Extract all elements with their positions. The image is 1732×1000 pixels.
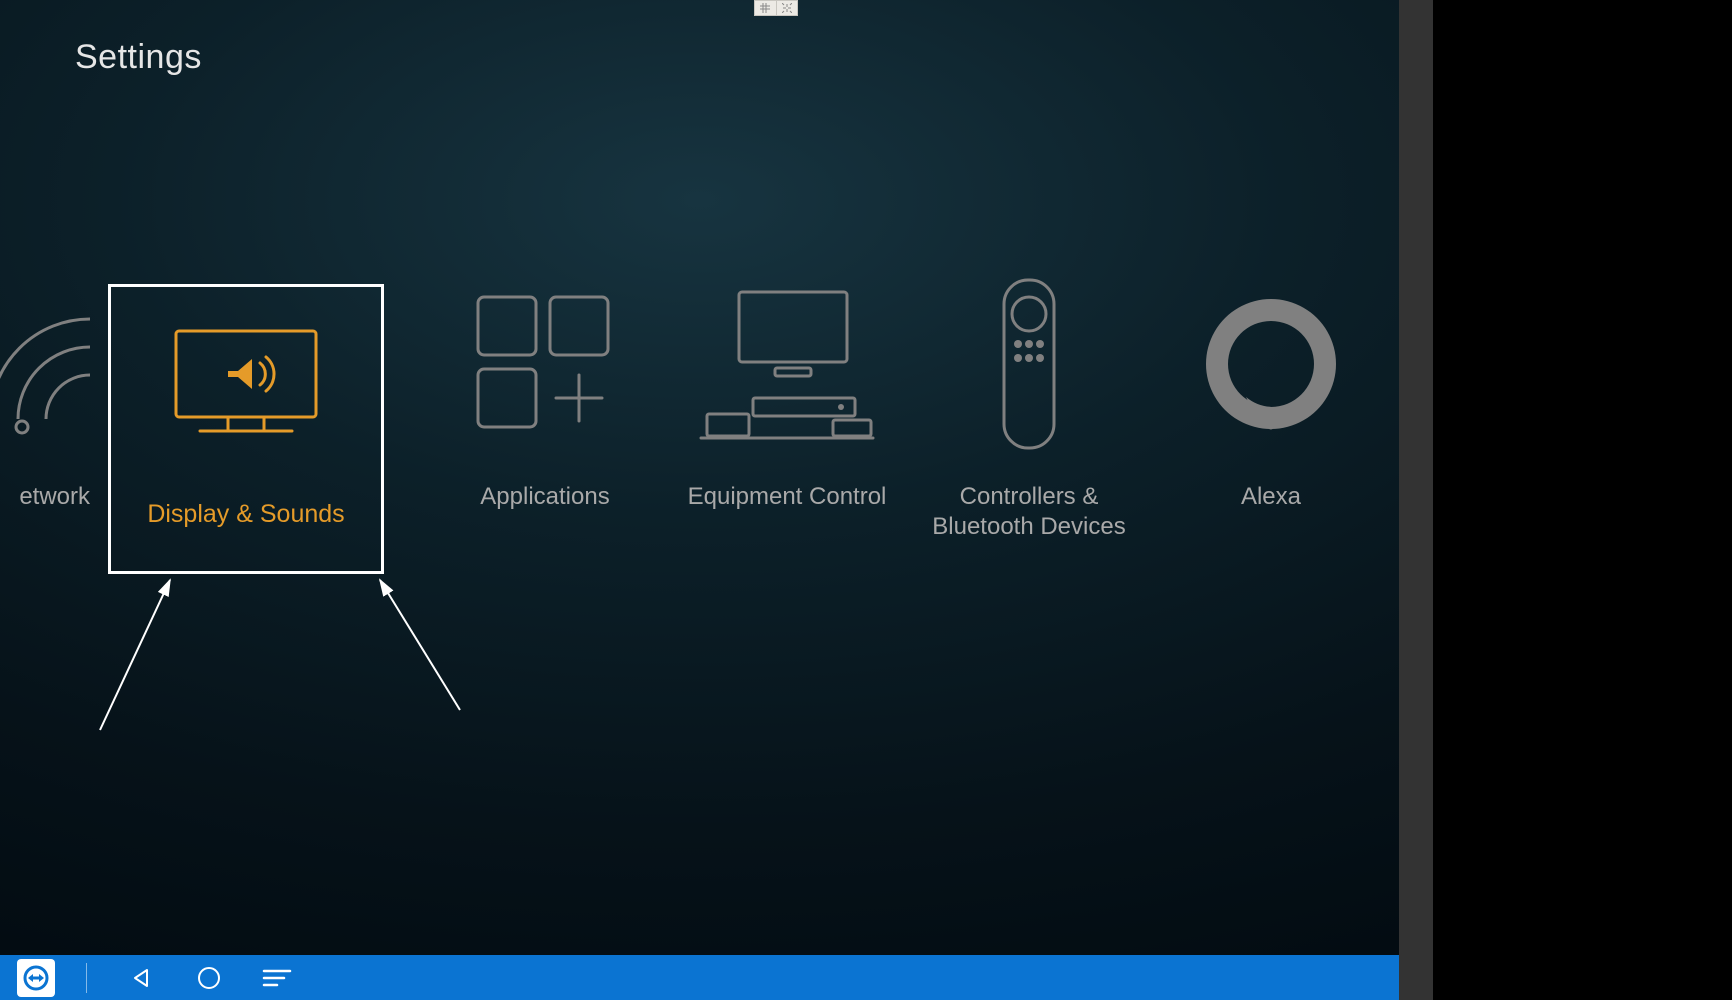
home-button[interactable] <box>189 958 229 998</box>
tile-alexa-label: Alexa <box>1241 482 1301 512</box>
tv-screen: Settings etwork <box>0 0 1399 1000</box>
tile-display-sounds[interactable]: Display & Sounds <box>108 282 384 574</box>
remote-icon <box>908 284 1150 444</box>
overlay-cell-1[interactable] <box>755 1 777 15</box>
recent-icon <box>262 967 292 989</box>
recent-apps-button[interactable] <box>257 958 297 998</box>
tile-equipment-control-label: Equipment Control <box>688 482 887 512</box>
display-sounds-icon <box>111 313 381 453</box>
tile-alexa[interactable]: Alexa <box>1150 282 1392 512</box>
overlay-cell-2[interactable] <box>777 1 798 15</box>
tile-display-sounds-label: Display & Sounds <box>147 499 344 530</box>
back-icon <box>129 966 153 990</box>
tile-applications[interactable]: Applications <box>424 282 666 512</box>
back-button[interactable] <box>121 958 161 998</box>
home-circle-icon <box>196 965 222 991</box>
equipment-control-icon <box>666 284 908 444</box>
alexa-icon <box>1150 284 1392 444</box>
applications-icon <box>424 284 666 444</box>
teamviewer-button[interactable] <box>16 958 56 998</box>
tile-network[interactable]: etwork <box>0 282 90 512</box>
tile-network-label: etwork <box>19 482 90 512</box>
wifi-icon <box>0 284 90 444</box>
tile-equipment-control[interactable]: Equipment Control <box>666 282 908 512</box>
page-title: Settings <box>75 38 202 77</box>
tile-applications-label: Applications <box>480 482 609 512</box>
tile-controllers-bluetooth[interactable]: Controllers & Bluetooth Devices <box>908 282 1150 542</box>
right-black-panel <box>1433 0 1732 1000</box>
top-overlay-widget[interactable] <box>754 0 798 16</box>
selection-highlight: Display & Sounds <box>108 284 384 574</box>
right-gray-gap <box>1399 0 1433 1000</box>
bottom-navbar <box>0 955 1399 1000</box>
teamviewer-icon <box>17 959 55 997</box>
navbar-divider <box>86 963 87 993</box>
annotation-arrows <box>80 560 500 740</box>
settings-carousel[interactable]: etwork <box>0 282 1399 574</box>
tile-controllers-bluetooth-label: Controllers & Bluetooth Devices <box>919 482 1139 542</box>
